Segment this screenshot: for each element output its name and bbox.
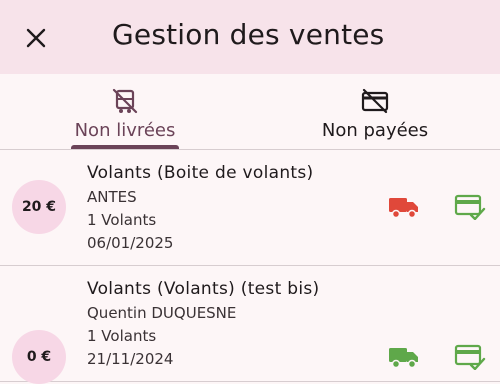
close-icon [26,28,46,48]
tab-label: Non livrées [74,120,176,141]
active-tab-indicator [71,145,179,149]
card-check-icon[interactable] [454,194,486,220]
no-card-icon [361,88,389,114]
truck-icon[interactable] [388,344,420,370]
sale-date: 21/11/2024 [87,350,174,368]
close-button[interactable] [20,22,52,54]
price-badge: 20 € [12,180,66,234]
card-check-icon[interactable] [454,344,486,370]
no-delivery-truck-icon [112,88,138,114]
sale-title: Volants (Volants) (test bis) [87,279,320,299]
app-bar: Gestion des ventes [0,0,500,74]
tab-non-livrees[interactable]: Non livrées [0,74,250,149]
sale-client: Quentin DUQUESNE [87,304,237,322]
tab-bar: Non livrées Non payées [0,74,500,150]
tab-label: Non payées [321,120,429,141]
sale-row[interactable]: 20 € Volants (Boite de volants) ANTES 1 … [0,150,500,266]
sale-quantity: 1 Volants [87,211,157,229]
sale-row[interactable]: 0 € Volants (Volants) (test bis) Quentin… [0,266,500,384]
tab-non-payees[interactable]: Non payées [250,74,500,149]
sale-date: 06/01/2025 [87,234,174,252]
truck-icon[interactable] [388,194,420,220]
sale-client: ANTES [87,188,137,206]
page-title: Gestion des ventes [112,18,385,51]
sale-quantity: 1 Volants [87,327,157,345]
sale-title: Volants (Boite de volants) [87,163,314,183]
